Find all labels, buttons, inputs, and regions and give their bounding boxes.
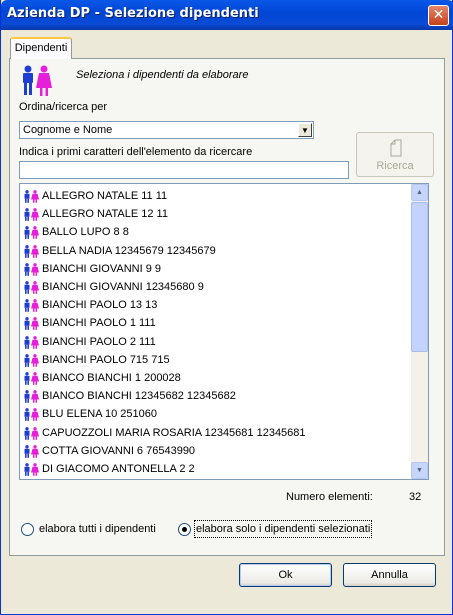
list-item-label: BIANCHI PAOLO 715 715 xyxy=(42,353,170,366)
employee-icon xyxy=(23,463,40,479)
sort-select[interactable]: Cognome e Nome ▼ xyxy=(19,121,314,139)
list-item-label: ALLEGRO NATALE 12 11 xyxy=(42,208,168,221)
employee-icon xyxy=(23,426,40,446)
employee-icon xyxy=(23,262,40,282)
list-item-label: ALLEGRO NATALE 11 11 xyxy=(42,190,168,202)
radio-all-employees[interactable] xyxy=(21,523,34,536)
ok-button-label: Ok xyxy=(278,569,293,581)
list-item-label: BIANCO BIANCHI 12345682 12345682 xyxy=(42,390,236,403)
list-item-label: BELLA NADIA 12345679 12345679 xyxy=(42,244,216,257)
radio-selected-label[interactable]: elabora solo i dipendenti selezionati xyxy=(194,520,373,538)
ok-button[interactable]: Ok xyxy=(239,563,332,587)
employee-icon xyxy=(23,444,40,464)
cancel-button[interactable]: Annulla xyxy=(343,563,436,587)
list-item-label: BIANCHI PAOLO 1 111 xyxy=(42,317,156,330)
search-input[interactable] xyxy=(19,161,349,179)
employee-icon xyxy=(23,281,40,300)
tab-label: Dipendenti xyxy=(14,42,68,54)
employee-list[interactable]: ALLEGRO NATALE 11 11 ALLEGRO NATALE 12 11… xyxy=(19,183,429,480)
employee-icon xyxy=(23,317,40,336)
employee-icon xyxy=(23,299,40,318)
sort-value: Cognome e Nome xyxy=(23,124,113,136)
employee-icon xyxy=(23,190,40,209)
scroll-up-button[interactable]: ▲ xyxy=(411,184,428,201)
count-label: Numero elementi: xyxy=(286,491,373,503)
document-icon xyxy=(390,139,402,157)
dialog-window: Azienda DP - Selezione dipendenti ✕ Dipe… xyxy=(0,0,453,615)
employee-icon xyxy=(23,353,40,373)
employee-icon xyxy=(23,208,40,227)
employee-icon xyxy=(23,372,40,391)
title-bar[interactable]: Azienda DP - Selezione dipendenti ✕ xyxy=(1,0,453,30)
list-item-label: FIENO LUCA 12345683 12345683 xyxy=(42,478,211,479)
employee-icon xyxy=(23,390,40,409)
list-item-label: BALLO LUPO 8 8 xyxy=(42,226,129,239)
list-item-label: DI GIACOMO ANTONELLA 2 2 xyxy=(42,463,195,475)
radio-selected-employees[interactable] xyxy=(178,523,191,536)
tab-dipendenti[interactable]: Dipendenti xyxy=(10,37,72,59)
header-text: Seleziona i dipendenti da elaborare xyxy=(76,69,249,81)
scroll-thumb[interactable] xyxy=(411,202,428,352)
search-button-label: Ricerca xyxy=(376,160,414,172)
sort-label: Ordina/ricerca per xyxy=(19,101,108,113)
list-item-label: BIANCHI PAOLO 2 111 xyxy=(42,335,156,348)
list-item-label: BLU ELENA 10 251060 xyxy=(42,408,157,421)
employee-icon xyxy=(23,244,40,264)
count-value: 32 xyxy=(409,491,422,503)
vertical-scrollbar[interactable]: ▲ ▼ xyxy=(411,184,428,479)
people-icon xyxy=(23,65,52,96)
employee-icon xyxy=(23,408,40,427)
list-item-label: BIANCO BIANCHI 1 200028 xyxy=(42,372,181,384)
radio-all-label[interactable]: elabora tutti i dipendenti xyxy=(39,523,156,535)
employee-icon xyxy=(23,335,40,355)
chevron-down-icon[interactable]: ▼ xyxy=(298,123,312,137)
list-item-label: COTTA GIOVANNI 6 76543990 xyxy=(42,444,196,457)
close-icon: ✕ xyxy=(432,7,445,23)
list-item-label: BIANCHI PAOLO 13 13 xyxy=(42,299,158,312)
list-item-label: BIANCHI GIOVANNI 12345680 9 xyxy=(42,281,204,293)
close-button[interactable]: ✕ xyxy=(428,5,449,26)
list-item-label: CAPUOZZOLI MARIA ROSARIA 12345681 123456… xyxy=(42,426,306,439)
search-button[interactable]: Ricerca xyxy=(356,132,434,177)
list-item-label: BIANCHI GIOVANNI 9 9 xyxy=(42,262,161,275)
scroll-down-button[interactable]: ▼ xyxy=(411,462,428,479)
search-label: Indica i primi caratteri dell'elemento d… xyxy=(19,146,253,158)
employee-icon xyxy=(23,226,40,245)
window-title: Azienda DP - Selezione dipendenti xyxy=(7,6,259,21)
cancel-button-label: Annulla xyxy=(371,569,408,581)
